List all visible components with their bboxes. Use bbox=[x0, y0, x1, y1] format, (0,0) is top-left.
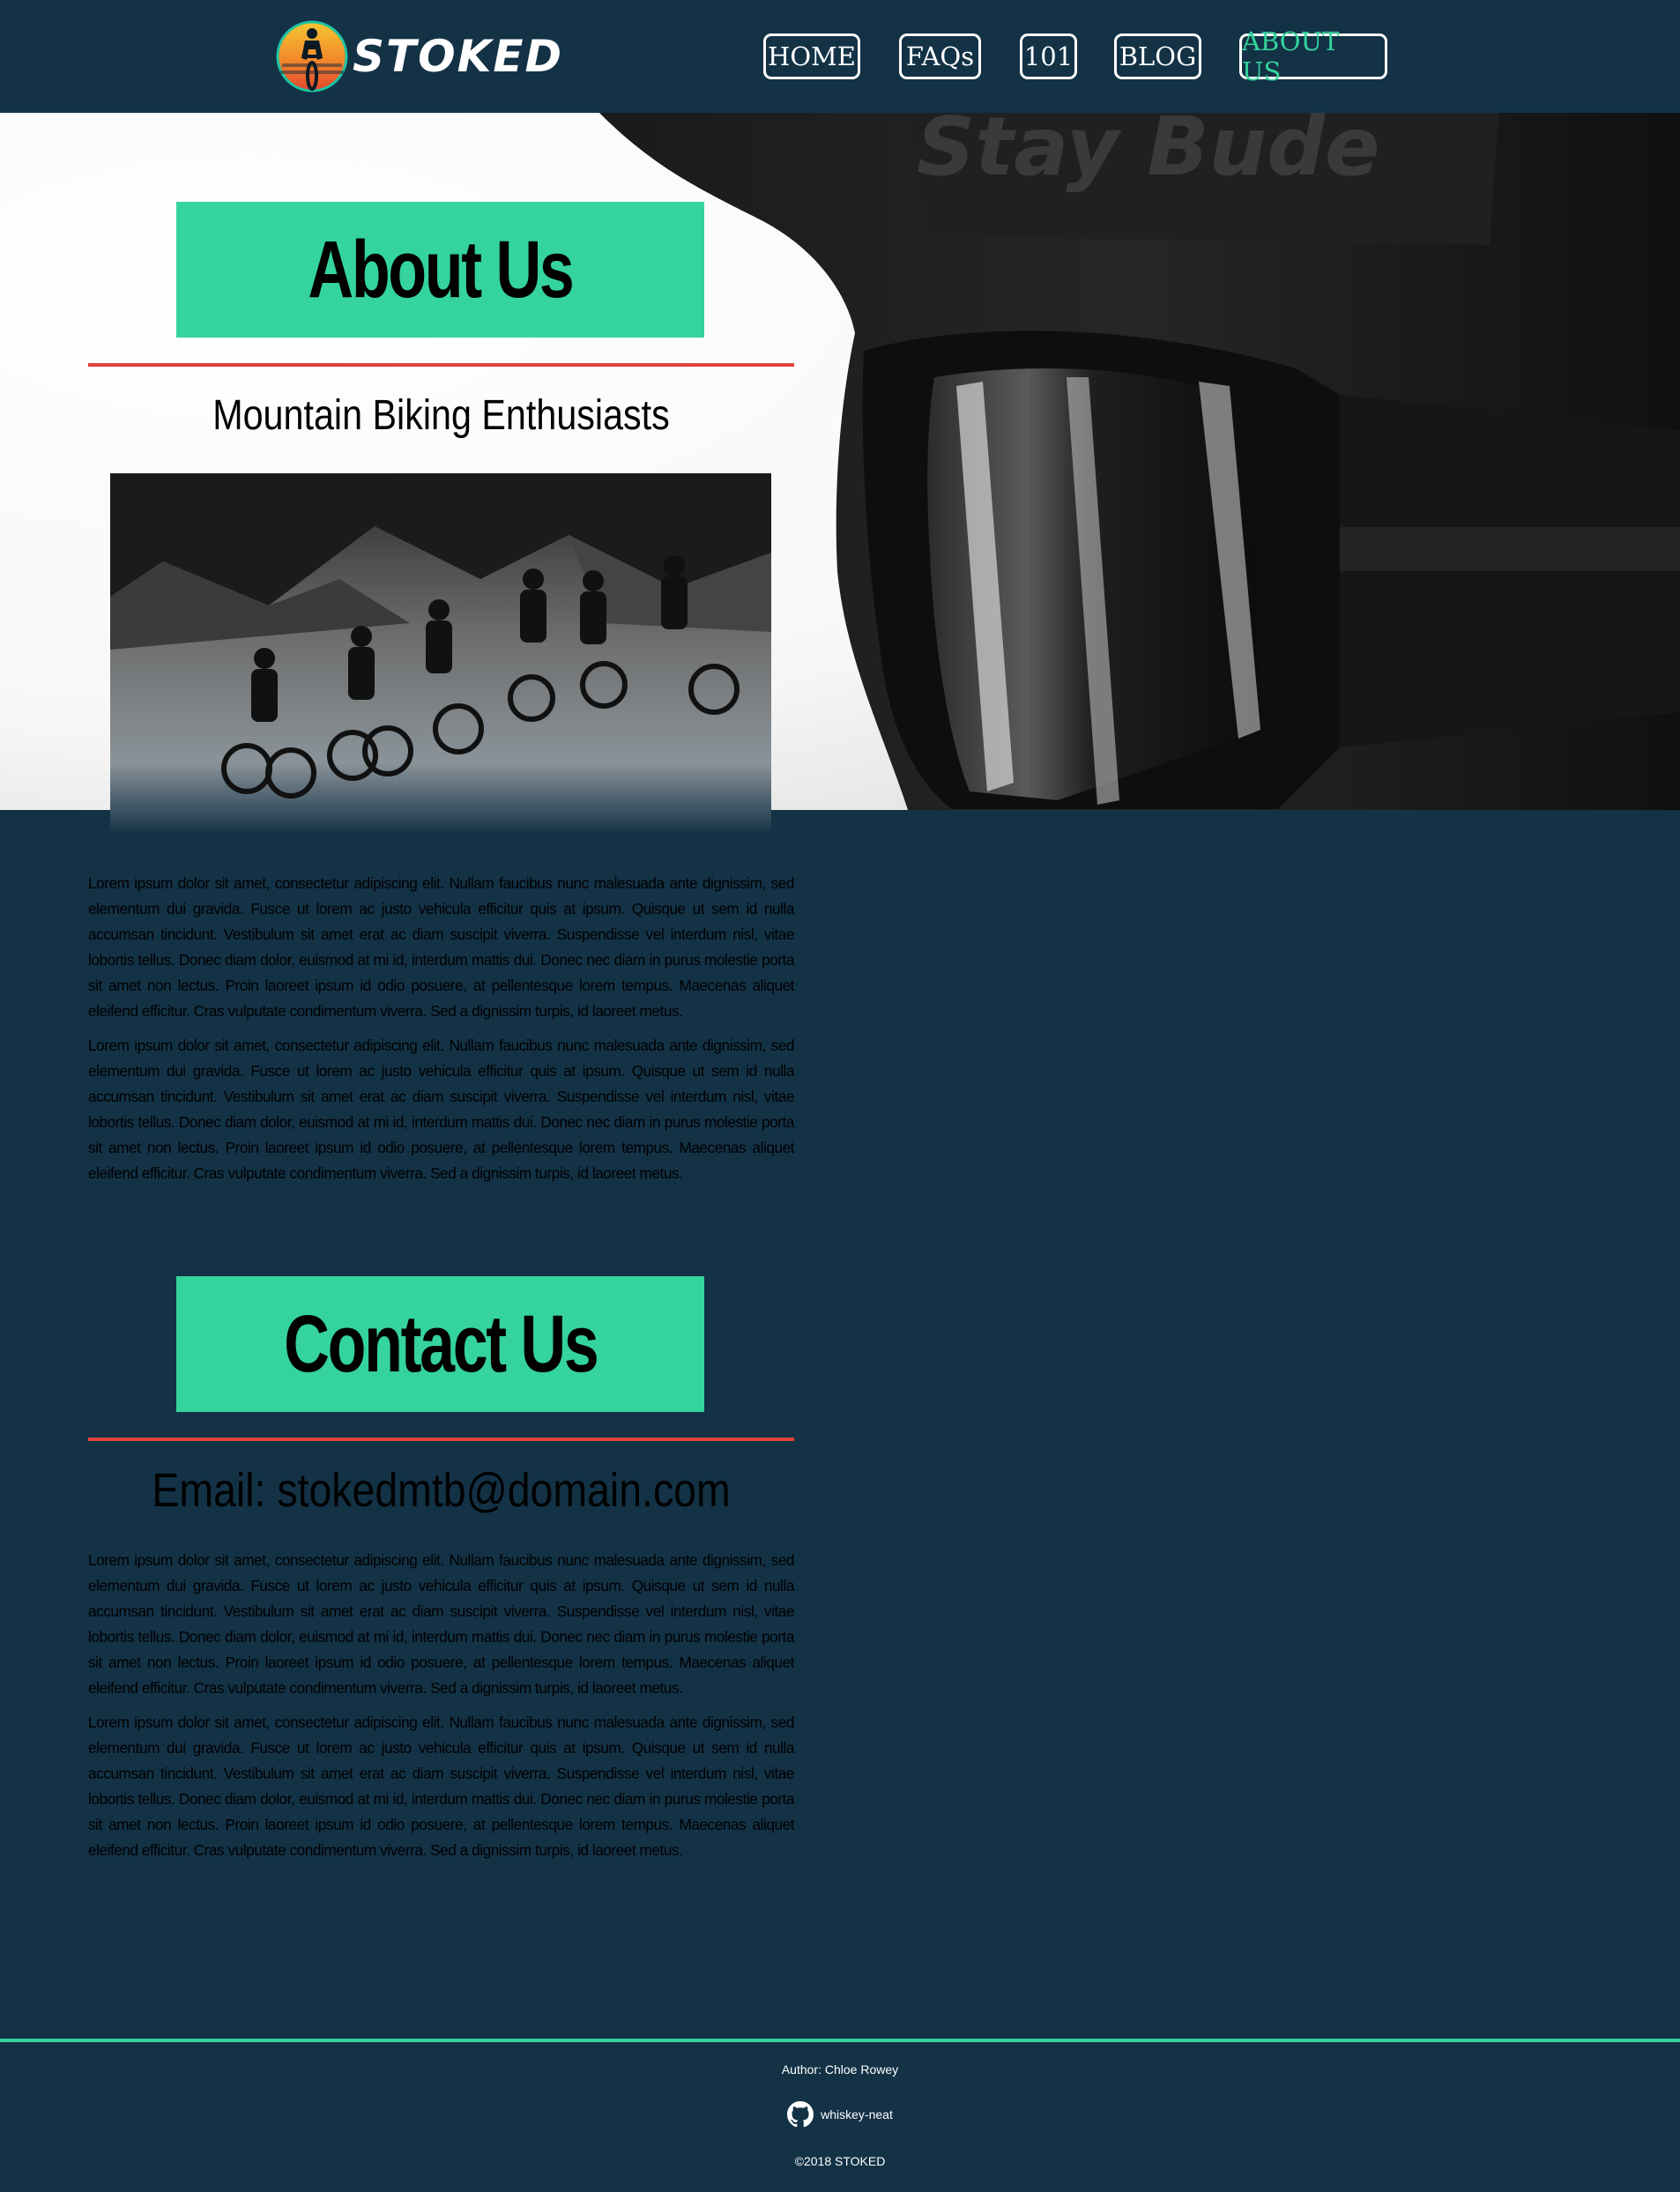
footer-divider bbox=[0, 2039, 1680, 2042]
github-link[interactable]: whiskey-neat bbox=[787, 2101, 893, 2128]
github-username: whiskey-neat bbox=[821, 2107, 893, 2121]
top-navigation: STOKED HOME FAQs 101 BLOG ABOUT US bbox=[0, 0, 1680, 113]
team-photo bbox=[110, 473, 771, 835]
about-divider bbox=[88, 363, 794, 367]
about-heading-box: About Us bbox=[176, 202, 704, 338]
about-paragraph-1: Lorem ipsum dolor sit amet, consectetur … bbox=[88, 874, 794, 1020]
footer-copyright: ©2018 STOKED bbox=[794, 2154, 886, 2168]
contact-paragraph-2: Lorem ipsum dolor sit amet, consectetur … bbox=[88, 1713, 794, 1859]
helmet-lettering: Stay Bude bbox=[917, 113, 1379, 194]
brand-logo[interactable]: STOKED bbox=[275, 18, 563, 95]
footer-author: Author: Chloe Rowey bbox=[781, 2062, 899, 2077]
nav-blog-button[interactable]: BLOG bbox=[1114, 33, 1201, 79]
nav-101-button[interactable]: 101 bbox=[1020, 33, 1077, 79]
github-icon bbox=[787, 2101, 814, 2128]
contact-divider bbox=[88, 1438, 794, 1441]
nav-about-us-button[interactable]: ABOUT US bbox=[1239, 26, 1387, 86]
contact-heading-box: Contact Us bbox=[176, 1276, 704, 1412]
about-subheading: Mountain Biking Enthusiasts bbox=[212, 392, 670, 439]
footer-github: whiskey-neat bbox=[0, 2101, 1680, 2130]
contact-heading: Contact Us bbox=[283, 1298, 599, 1389]
nav-home-button[interactable]: HOME bbox=[763, 33, 860, 79]
contact-paragraph-1: Lorem ipsum dolor sit amet, consectetur … bbox=[88, 1551, 794, 1697]
contact-email[interactable]: Email: stokedmtb@domain.com bbox=[88, 1463, 794, 1518]
about-paragraph-2: Lorem ipsum dolor sit amet, consectetur … bbox=[88, 1037, 794, 1182]
nav-faqs-button[interactable]: FAQs bbox=[899, 33, 981, 79]
about-heading: About Us bbox=[308, 224, 575, 315]
mountain-biker-logo-icon bbox=[276, 20, 348, 93]
brand-name: STOKED bbox=[353, 31, 564, 82]
